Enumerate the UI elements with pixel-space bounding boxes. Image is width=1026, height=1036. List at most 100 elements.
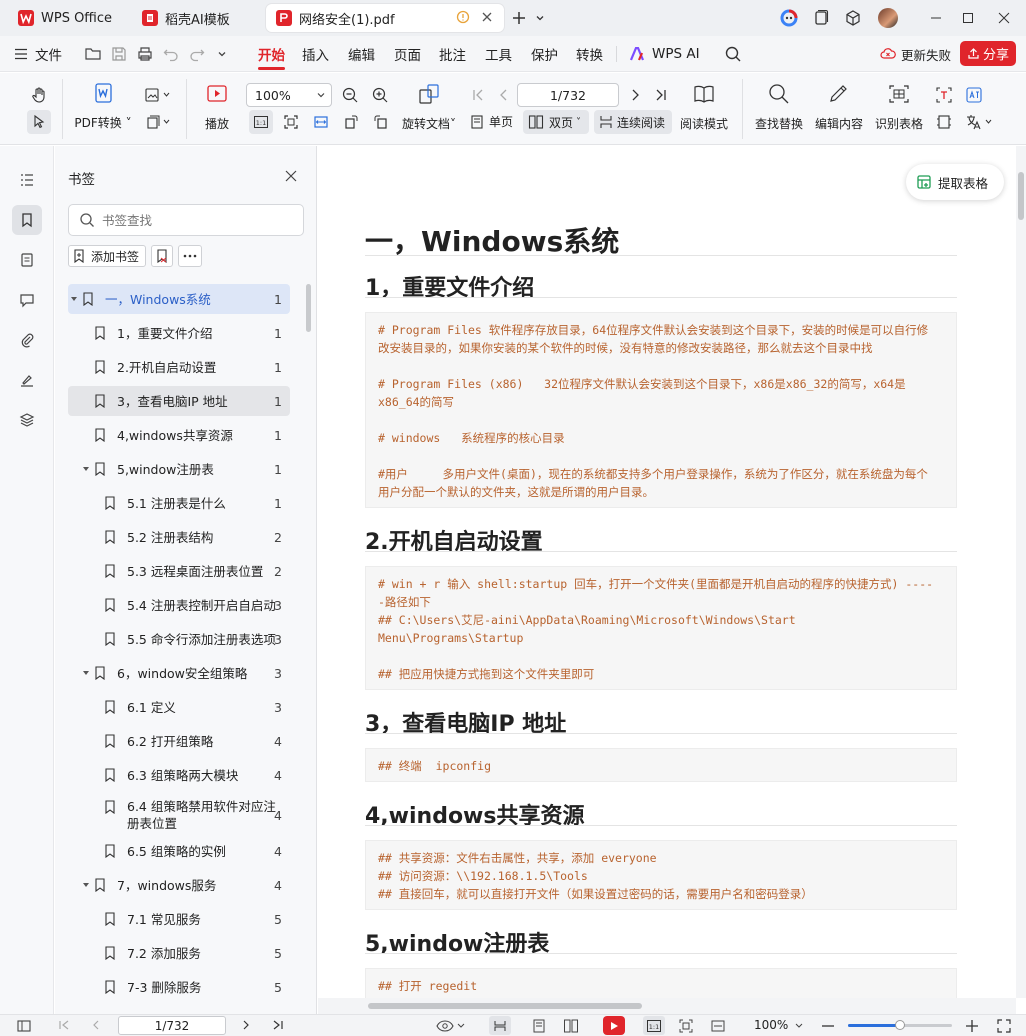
fit-page-icon[interactable] — [279, 110, 303, 134]
panel-scrollbar[interactable] — [306, 284, 311, 332]
bookmark-item[interactable]: 6.4 组策略禁用软件对应注 册表位置 4 — [68, 794, 290, 836]
single-page-button[interactable]: 单页 — [470, 113, 513, 130]
bookmark-search-input[interactable] — [102, 212, 282, 228]
zoom-in-icon[interactable] — [368, 83, 392, 107]
bookmark-item[interactable]: 7.1 常见服务 5 — [68, 904, 290, 934]
rotate-left-icon[interactable] — [339, 110, 363, 134]
wps-ai-button[interactable]: WPS AI — [630, 36, 700, 72]
layers-icon[interactable] — [12, 405, 42, 435]
actual-size-icon[interactable]: 1:1 — [249, 110, 273, 134]
last-page-icon[interactable] — [272, 1019, 284, 1031]
bookmark-item[interactable]: 6.3 组策略两大模块 4 — [68, 760, 290, 790]
find-replace-button[interactable]: 查找替换 — [752, 83, 806, 132]
chevron-down-icon[interactable] — [534, 12, 546, 24]
sync-status[interactable]: 更新失败 — [880, 36, 951, 72]
expand-arrow-icon[interactable] — [82, 669, 90, 677]
bookmark-item[interactable]: 6.5 组策略的实例 4 — [68, 836, 290, 866]
screenshot-text-icon[interactable] — [932, 83, 956, 107]
prev-page-icon[interactable] — [90, 1019, 102, 1031]
hand-tool-icon[interactable] — [27, 83, 51, 107]
bookmark-item[interactable]: 7，windows服务 4 — [68, 870, 290, 900]
menu-convert[interactable]: 转换 — [576, 36, 603, 72]
extract-table-button[interactable]: 提取表格 — [906, 164, 1004, 200]
single-view-icon[interactable] — [532, 1018, 546, 1034]
zoom-out-icon[interactable] — [820, 1018, 836, 1034]
horizontal-scrollbar[interactable] — [318, 998, 1016, 1014]
bookmark-item[interactable]: 2.开机自启动设置 1 — [68, 352, 290, 382]
tab-wps-office[interactable]: WPS Office — [8, 4, 124, 32]
fit-width-icon[interactable] — [309, 110, 333, 134]
print-icon[interactable] — [136, 45, 154, 63]
select-tool-icon[interactable] — [27, 110, 51, 134]
expand-arrow-icon[interactable] — [82, 881, 90, 889]
bookmark-item[interactable]: 7-3 删除服务 5 — [68, 972, 290, 1002]
search-icon[interactable] — [724, 45, 742, 63]
play-icon[interactable] — [603, 1016, 625, 1035]
menu-page[interactable]: 页面 — [394, 36, 421, 72]
first-page-icon[interactable] — [466, 83, 490, 107]
tab-pdf-active[interactable]: 网络安全(1).pdf — [266, 4, 504, 32]
scroll-thumb[interactable] — [368, 1003, 642, 1009]
menu-home[interactable]: 开始 — [258, 36, 285, 72]
recognize-table-button[interactable]: 识别表格 — [872, 83, 926, 132]
close-tab-icon[interactable] — [480, 10, 494, 24]
bookmark-item[interactable]: 1，重要文件介绍 1 — [68, 318, 290, 348]
prev-page-icon[interactable] — [492, 83, 516, 107]
next-page-icon[interactable] — [240, 1019, 252, 1031]
menu-tools[interactable]: 工具 — [485, 36, 512, 72]
zoom-out-icon[interactable] — [338, 83, 362, 107]
colorful-app-icon[interactable] — [780, 9, 798, 27]
bookmark-item[interactable]: 6.2 打开组策略 4 — [68, 726, 290, 756]
bookmark-item[interactable]: 4,windows共享资源 1 — [68, 420, 290, 450]
edit-content-button[interactable]: 编辑内容 — [812, 83, 866, 132]
zoom-slider[interactable] — [848, 1020, 952, 1030]
status-zoom[interactable]: 100% — [754, 1018, 804, 1032]
redo-icon[interactable] — [188, 45, 206, 63]
page-layout-icon[interactable] — [932, 110, 956, 134]
reading-mode-button[interactable]: 阅读模式 — [678, 83, 730, 132]
rotate-right-icon[interactable] — [369, 110, 393, 134]
ocr-icon[interactable] — [962, 83, 986, 107]
pdf-convert-button[interactable]: PDF转换 ˅ — [73, 81, 133, 131]
bookmark-item[interactable]: 6，window安全组策略 3 — [68, 658, 290, 688]
zoom-in-icon[interactable] — [964, 1018, 980, 1034]
info-icon[interactable] — [456, 10, 470, 24]
bookmark-item[interactable]: 5.4 注册表控制开启自启动 3 — [68, 590, 290, 620]
add-bookmark-button[interactable]: 添加书签 — [68, 245, 146, 267]
tab-docer[interactable]: 稻壳AI模板 — [132, 4, 258, 32]
expand-arrow-icon[interactable] — [82, 465, 90, 473]
bookmark-item[interactable]: 6.1 定义 3 — [68, 692, 290, 722]
signature-icon[interactable] — [12, 365, 42, 395]
copy-convert-icon[interactable] — [140, 110, 174, 134]
eye-icon[interactable] — [436, 1018, 454, 1034]
double-view-icon[interactable] — [563, 1018, 579, 1034]
scroll-thumb[interactable] — [1018, 172, 1024, 220]
rotate-document-button[interactable]: 旋转文档˅ — [398, 83, 460, 132]
bookmark-item[interactable]: 5.3 远程桌面注册表位置 2 — [68, 556, 290, 586]
first-page-icon[interactable] — [58, 1019, 70, 1031]
last-page-icon[interactable] — [649, 83, 673, 107]
comment-icon[interactable] — [12, 285, 42, 315]
bookmark-search[interactable] — [68, 204, 304, 236]
translate-icon[interactable] — [962, 110, 996, 134]
close-panel-icon[interactable] — [284, 169, 298, 183]
continuous-view-icon[interactable] — [489, 1016, 511, 1035]
file-menu[interactable]: 文件 — [14, 36, 62, 72]
bookmark-panel-icon[interactable] — [12, 205, 42, 235]
bookmark-item[interactable]: 5.2 注册表结构 2 — [68, 522, 290, 552]
cube-icon[interactable] — [844, 9, 862, 27]
bookmark-item[interactable]: 7.2 添加服务 5 — [68, 938, 290, 968]
toggle-panel-icon[interactable] — [16, 1018, 32, 1034]
double-page-button[interactable]: 双页 ˅ — [523, 110, 589, 134]
open-folder-icon[interactable] — [84, 45, 102, 63]
fit-page-icon[interactable] — [678, 1018, 694, 1034]
continuous-read-button[interactable]: 连续阅读 — [594, 110, 672, 134]
expand-arrow-icon[interactable] — [70, 295, 78, 303]
zoom-select[interactable]: 100% — [246, 83, 332, 107]
bookmark-item[interactable]: 3，查看电脑IP 地址 1 — [68, 386, 290, 416]
chevron-down-icon[interactable] — [216, 48, 228, 60]
bookmark-item[interactable]: 一，Windows系统 1 — [68, 284, 290, 314]
thumbnail-icon[interactable] — [12, 245, 42, 275]
attachment-icon[interactable] — [12, 325, 42, 355]
new-tab-icon[interactable] — [510, 9, 528, 27]
